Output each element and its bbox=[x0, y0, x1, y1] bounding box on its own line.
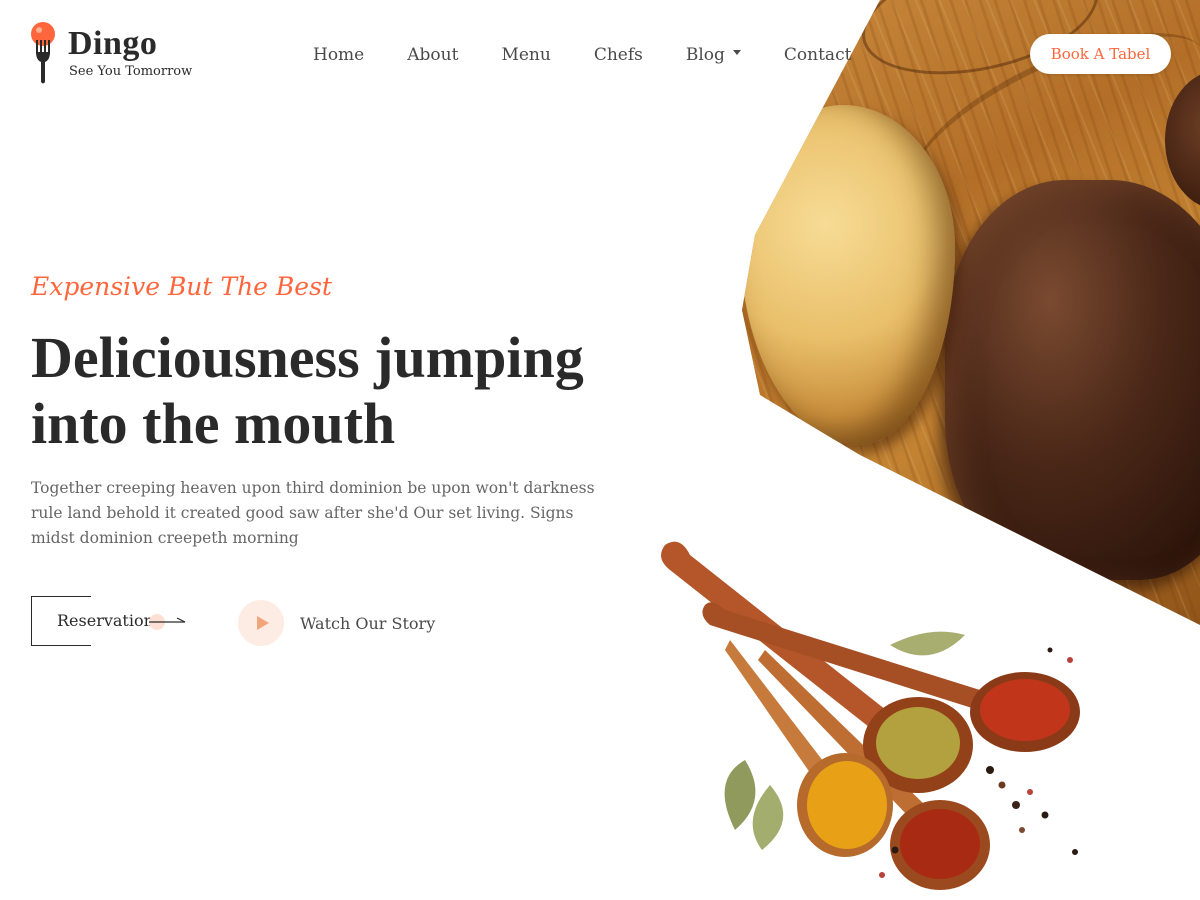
steak bbox=[945, 180, 1200, 580]
reservation-button[interactable]: Reservation bbox=[31, 596, 191, 646]
cumin-powder bbox=[876, 707, 960, 779]
hero-description: Together creeping heaven upon third domi… bbox=[31, 479, 595, 547]
peppercorn bbox=[891, 846, 899, 854]
nav-item-contact[interactable]: Contact bbox=[784, 45, 852, 65]
peppercorn bbox=[986, 766, 994, 774]
brand-logo[interactable]: Dingo See You Tomorrow bbox=[30, 22, 200, 86]
saffron bbox=[900, 809, 980, 879]
play-icon[interactable] bbox=[238, 600, 284, 646]
peppercorn bbox=[1019, 827, 1025, 833]
nav-item-blog-label: Blog bbox=[685, 45, 725, 65]
brand-tagline: See You Tomorrow bbox=[69, 64, 193, 79]
peppercorn bbox=[998, 781, 1006, 789]
hero-headline: Deliciousness jumping into the mouth bbox=[31, 325, 584, 456]
hero-tagline: Expensive But The Best bbox=[31, 272, 332, 301]
reservation-label: Reservation bbox=[57, 611, 156, 630]
spices-illustration bbox=[661, 541, 1080, 890]
main-nav: Home About Menu Chefs Blog Contact bbox=[313, 44, 894, 66]
peppercorn bbox=[879, 872, 885, 878]
bay-leaf bbox=[724, 760, 756, 830]
peppercorn bbox=[1012, 801, 1020, 809]
peppercorn bbox=[1041, 811, 1049, 819]
nav-item-home[interactable]: Home bbox=[313, 45, 364, 65]
caret-down-icon bbox=[732, 49, 741, 55]
book-table-button[interactable]: Book A Tabel bbox=[1030, 34, 1171, 74]
peppercorn bbox=[1067, 657, 1073, 663]
brand-name: Dingo bbox=[68, 25, 158, 62]
peppercorn bbox=[1072, 849, 1078, 855]
bay-leaf bbox=[890, 631, 965, 656]
turmeric bbox=[807, 761, 887, 849]
nav-item-chefs[interactable]: Chefs bbox=[594, 45, 643, 65]
nav-item-menu[interactable]: Menu bbox=[501, 45, 550, 65]
fork-with-orange-icon bbox=[31, 22, 55, 84]
bay-leaf bbox=[752, 785, 784, 850]
spices-image bbox=[650, 530, 1100, 900]
peppercorn bbox=[1027, 789, 1033, 795]
nav-item-about[interactable]: About bbox=[407, 45, 458, 65]
nav-item-blog[interactable]: Blog bbox=[686, 45, 741, 65]
chili-flakes bbox=[980, 679, 1070, 741]
peppercorn bbox=[1047, 647, 1053, 653]
arrow-right-icon bbox=[149, 614, 186, 630]
watch-story-label: Watch Our Story bbox=[300, 613, 436, 633]
watch-story-button[interactable]: Watch Our Story bbox=[238, 600, 435, 646]
